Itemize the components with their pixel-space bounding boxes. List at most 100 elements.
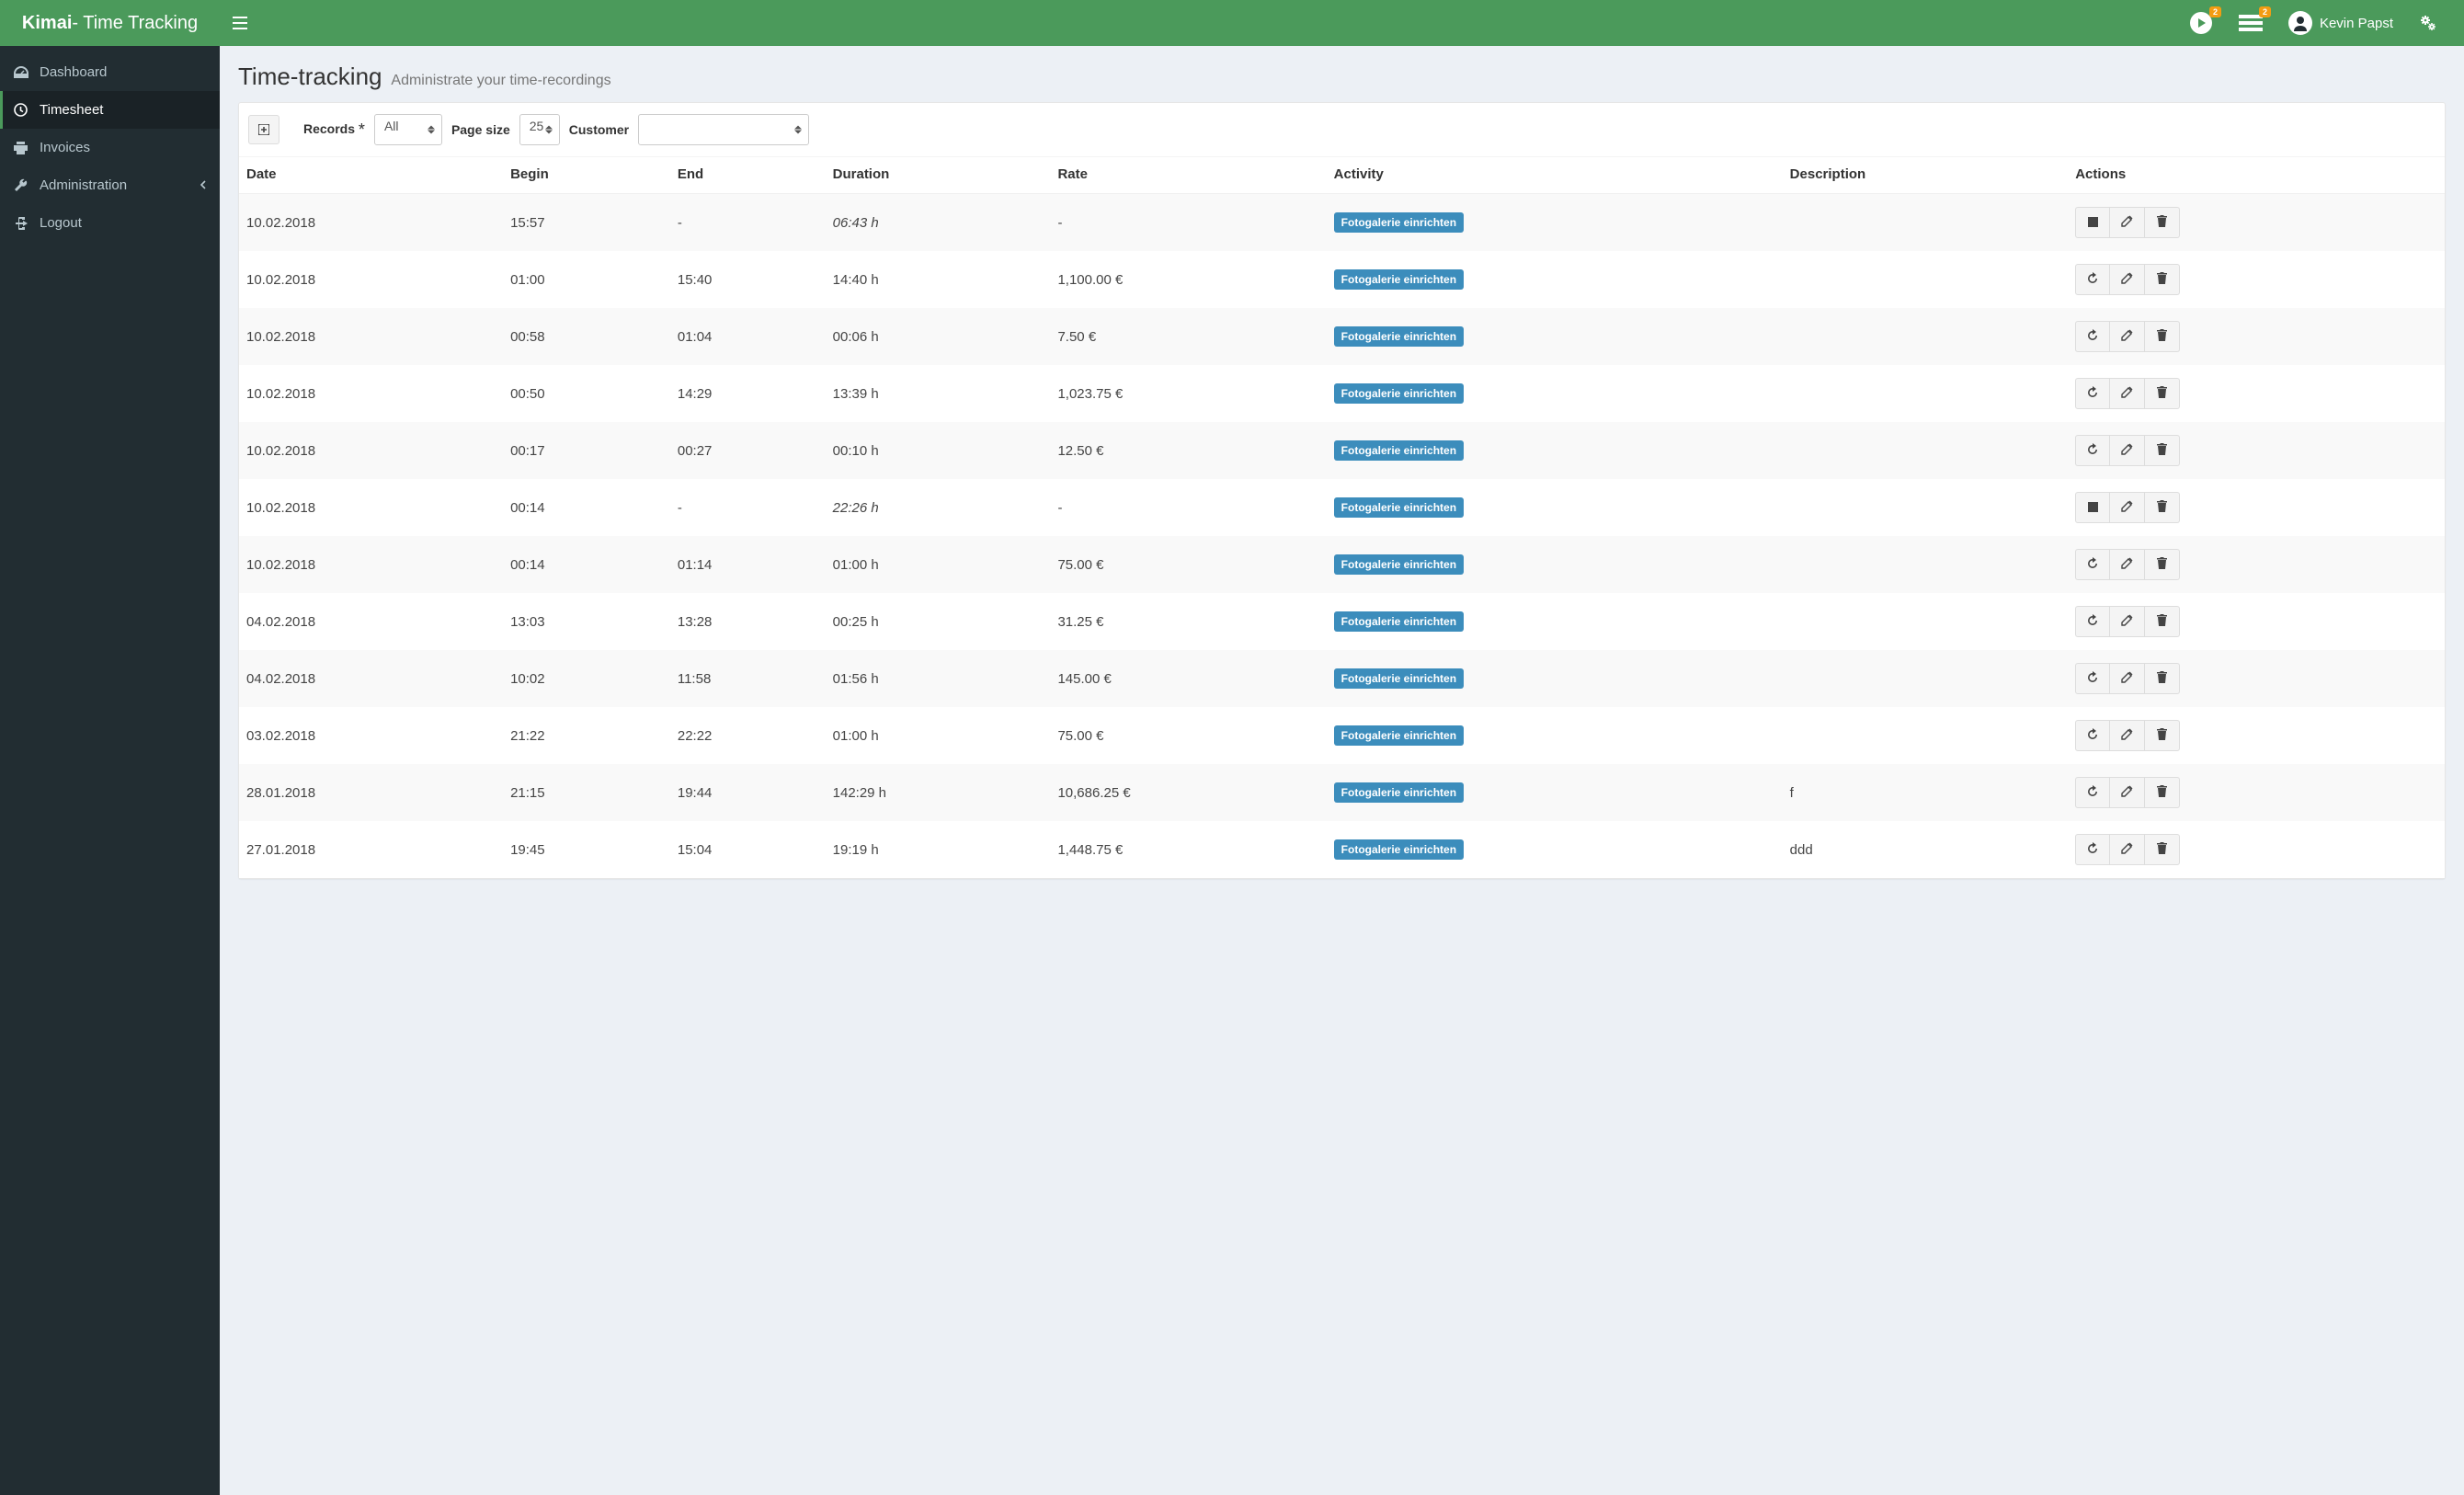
cell-description: f	[1783, 764, 2069, 821]
delete-button[interactable]	[2145, 321, 2180, 352]
delete-button[interactable]	[2145, 834, 2180, 865]
print-icon	[14, 142, 30, 154]
cell-begin: 15:57	[503, 194, 670, 252]
delete-button[interactable]	[2145, 207, 2180, 238]
gears-icon	[2419, 14, 2437, 32]
cell-date: 10.02.2018	[239, 308, 503, 365]
restart-button[interactable]	[2075, 378, 2110, 409]
delete-button[interactable]	[2145, 492, 2180, 523]
restart-button[interactable]	[2075, 834, 2110, 865]
sidebar-item-invoices[interactable]: Invoices	[0, 129, 220, 166]
activity-badge[interactable]: Fotogalerie einrichten	[1334, 269, 1464, 290]
restart-button[interactable]	[2075, 720, 2110, 751]
cell-description	[1783, 479, 2069, 536]
activity-badge[interactable]: Fotogalerie einrichten	[1334, 839, 1464, 860]
edit-button[interactable]	[2110, 207, 2145, 238]
activity-badge[interactable]: Fotogalerie einrichten	[1334, 326, 1464, 347]
activity-badge[interactable]: Fotogalerie einrichten	[1334, 497, 1464, 518]
delete-button[interactable]	[2145, 435, 2180, 466]
delete-button[interactable]	[2145, 264, 2180, 295]
stop-icon	[2088, 216, 2098, 230]
cell-description	[1783, 536, 2069, 593]
edit-button[interactable]	[2110, 720, 2145, 751]
cell-actions	[2068, 365, 2445, 422]
stop-icon	[2088, 501, 2098, 515]
stop-button[interactable]	[2075, 207, 2110, 238]
edit-icon	[2121, 386, 2133, 401]
sidebar-item-administration[interactable]: Administration	[0, 166, 220, 204]
records-badge: 2	[2259, 6, 2271, 17]
restart-icon	[2086, 557, 2099, 573]
sidebar-item-label: Invoices	[40, 140, 90, 155]
restart-button[interactable]	[2075, 321, 2110, 352]
edit-button[interactable]	[2110, 663, 2145, 694]
delete-button[interactable]	[2145, 378, 2180, 409]
delete-button[interactable]	[2145, 606, 2180, 637]
edit-button[interactable]	[2110, 777, 2145, 808]
edit-button[interactable]	[2110, 606, 2145, 637]
delete-button[interactable]	[2145, 777, 2180, 808]
edit-button[interactable]	[2110, 378, 2145, 409]
customer-label: Customer	[569, 122, 629, 137]
edit-icon	[2121, 614, 2133, 629]
records-button[interactable]: 2	[2226, 0, 2276, 46]
delete-button[interactable]	[2145, 663, 2180, 694]
play-button[interactable]: 2	[2176, 0, 2226, 46]
sidebar-item-label: Logout	[40, 215, 82, 231]
cell-begin: 01:00	[503, 251, 670, 308]
stop-button[interactable]	[2075, 492, 2110, 523]
activity-badge[interactable]: Fotogalerie einrichten	[1334, 440, 1464, 461]
cell-end: -	[670, 194, 826, 252]
user-menu[interactable]: Kevin Papst	[2276, 0, 2406, 46]
activity-badge[interactable]: Fotogalerie einrichten	[1334, 725, 1464, 746]
activity-badge[interactable]: Fotogalerie einrichten	[1334, 212, 1464, 233]
top-navbar: 2 2 Kevin Papst	[220, 0, 2464, 46]
restart-button[interactable]	[2075, 663, 2110, 694]
cell-date: 10.02.2018	[239, 479, 503, 536]
activity-badge[interactable]: Fotogalerie einrichten	[1334, 383, 1464, 404]
activity-badge[interactable]: Fotogalerie einrichten	[1334, 554, 1464, 575]
sidebar-item-logout[interactable]: Logout	[0, 204, 220, 242]
pagesize-select[interactable]: 25	[519, 114, 560, 145]
restart-button[interactable]	[2075, 606, 2110, 637]
cell-activity: Fotogalerie einrichten	[1327, 593, 1783, 650]
content: Time-tracking Administrate your time-rec…	[220, 46, 2464, 1495]
cell-date: 28.01.2018	[239, 764, 503, 821]
cell-end: 00:27	[670, 422, 826, 479]
edit-button[interactable]	[2110, 435, 2145, 466]
main-header: Kimai - Time Tracking 2 2 Ke	[0, 0, 2464, 46]
delete-button[interactable]	[2145, 549, 2180, 580]
settings-button[interactable]	[2406, 0, 2450, 46]
signout-icon	[14, 217, 30, 230]
restart-button[interactable]	[2075, 777, 2110, 808]
sidebar-item-dashboard[interactable]: Dashboard	[0, 53, 220, 91]
add-button[interactable]	[248, 115, 279, 144]
edit-button[interactable]	[2110, 321, 2145, 352]
edit-button[interactable]	[2110, 834, 2145, 865]
cell-rate: -	[1050, 479, 1326, 536]
edit-button[interactable]	[2110, 492, 2145, 523]
app-logo[interactable]: Kimai - Time Tracking	[0, 0, 220, 46]
cell-end: 15:40	[670, 251, 826, 308]
activity-badge[interactable]: Fotogalerie einrichten	[1334, 611, 1464, 632]
records-select[interactable]: All	[374, 114, 442, 145]
cell-duration: 22:26 h	[826, 479, 1051, 536]
table-row: 04.02.201810:0211:5801:56 h145.00 €Fotog…	[239, 650, 2445, 707]
edit-button[interactable]	[2110, 264, 2145, 295]
activity-badge[interactable]: Fotogalerie einrichten	[1334, 668, 1464, 689]
customer-select[interactable]	[638, 114, 809, 145]
cell-activity: Fotogalerie einrichten	[1327, 650, 1783, 707]
cell-description	[1783, 650, 2069, 707]
delete-button[interactable]	[2145, 720, 2180, 751]
sidebar-toggle[interactable]	[220, 0, 260, 46]
edit-button[interactable]	[2110, 549, 2145, 580]
sidebar-item-timesheet[interactable]: Timesheet	[0, 91, 220, 129]
restart-button[interactable]	[2075, 264, 2110, 295]
restart-button[interactable]	[2075, 549, 2110, 580]
restart-button[interactable]	[2075, 435, 2110, 466]
cell-actions	[2068, 821, 2445, 878]
table-row: 03.02.201821:2222:2201:00 h75.00 €Fotoga…	[239, 707, 2445, 764]
activity-badge[interactable]: Fotogalerie einrichten	[1334, 782, 1464, 803]
cell-description	[1783, 365, 2069, 422]
cell-duration: 00:06 h	[826, 308, 1051, 365]
